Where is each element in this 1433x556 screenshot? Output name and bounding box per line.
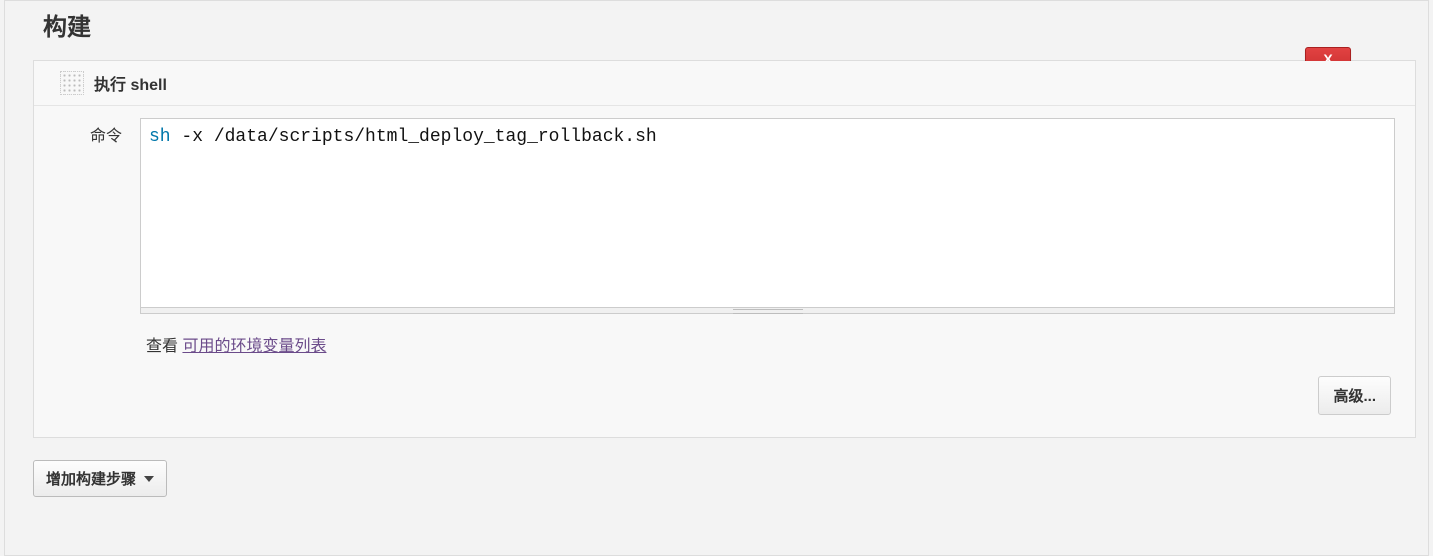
section-title: 构建	[5, 1, 1428, 60]
env-variables-link[interactable]: 可用的环境变量列表	[182, 338, 326, 355]
textarea-resize-handle[interactable]	[140, 308, 1395, 314]
step-header: 执行 shell	[34, 61, 1415, 106]
advanced-button[interactable]: 高级...	[1318, 376, 1391, 415]
add-step-label: 增加构建步骤	[46, 468, 136, 489]
build-section: 构建 X ? 执行 shell 命令	[4, 0, 1429, 556]
command-label: 命令	[54, 118, 122, 146]
env-help-row: 查看 可用的环境变量列表	[140, 314, 1395, 356]
command-row: 命令 sh -x /data/scripts/html_deploy_tag_r…	[54, 118, 1395, 356]
command-textarea[interactable]: sh -x /data/scripts/html_deploy_tag_roll…	[140, 118, 1395, 308]
caret-down-icon	[144, 476, 154, 482]
step-title: 执行 shell	[94, 71, 167, 95]
command-args: -x /data/scripts/html_deploy_tag_rollbac…	[181, 127, 656, 147]
build-step-panel: X ? 执行 shell 命令 sh -x /data/	[33, 60, 1416, 438]
view-label: 查看	[146, 338, 182, 355]
drag-handle-icon[interactable]	[60, 71, 84, 95]
step-body: 命令 sh -x /data/scripts/html_deploy_tag_r…	[34, 106, 1415, 437]
add-build-step-button[interactable]: 增加构建步骤	[33, 460, 167, 497]
